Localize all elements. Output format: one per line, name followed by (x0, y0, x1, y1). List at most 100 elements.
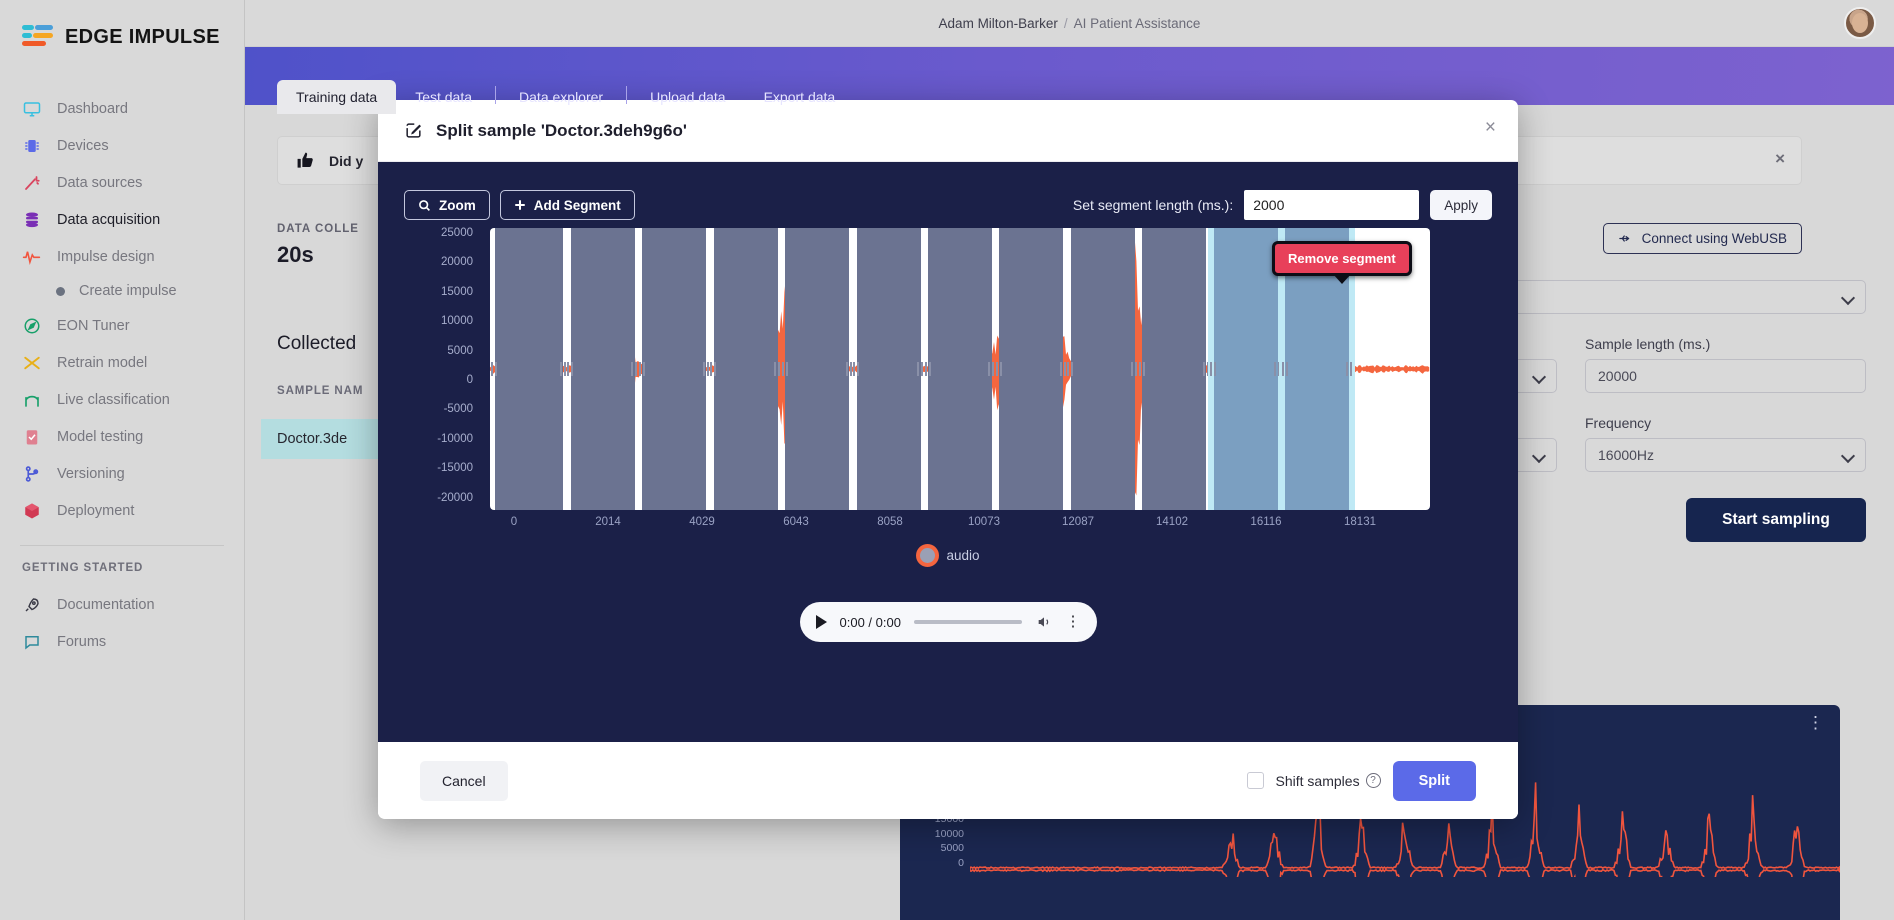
tab-bar: Training data Test data Data explorer Up… (277, 80, 854, 114)
segment-drag-handle[interactable] (1274, 361, 1282, 376)
segment-drag-handle[interactable] (774, 361, 782, 376)
tab-data-explorer[interactable]: Data explorer (500, 80, 622, 114)
play-icon[interactable] (815, 615, 827, 629)
axis-tick: 18131 (1344, 516, 1376, 528)
waveform-segment[interactable] (494, 228, 564, 510)
waveform-segment[interactable] (785, 228, 850, 510)
segment-drag-handle[interactable] (1138, 361, 1146, 376)
axis-tick: 2014 (595, 516, 621, 528)
kebab-menu-icon[interactable]: ⋮ (1066, 614, 1081, 629)
waveform-segment[interactable] (1213, 228, 1278, 510)
player-progress-slider[interactable] (913, 620, 1022, 624)
shift-samples-label-group: Shift samples ? (1276, 773, 1381, 789)
remove-segment-button[interactable]: Remove segment (1272, 241, 1412, 276)
split-sample-modal: Split sample 'Doctor.3deh9g6o' × Zoom Ad… (378, 100, 1518, 819)
waveform-segment[interactable] (1142, 228, 1207, 510)
segment-length-input[interactable] (1244, 190, 1420, 220)
waveform-segment[interactable] (928, 228, 992, 510)
tab-label: Export data (763, 89, 836, 105)
axis-tick: 8058 (877, 516, 903, 528)
waveform-segment[interactable] (999, 228, 1064, 510)
tab-divider (495, 86, 497, 104)
tab-test-data[interactable]: Test data (396, 80, 491, 114)
segment-drag-handle[interactable] (631, 361, 639, 376)
chart-legend: audio (378, 544, 1518, 567)
tab-label: Training data (296, 89, 378, 105)
segment-drag-handle[interactable] (995, 361, 1003, 376)
axis-tick: 4029 (689, 516, 715, 528)
segment-drag-handle[interactable] (1202, 361, 1210, 376)
axis-tick: 15000 (441, 285, 473, 298)
cancel-label: Cancel (442, 772, 486, 789)
apply-button[interactable]: Apply (1430, 190, 1492, 220)
remove-segment-tooltip[interactable]: Remove segment (1272, 241, 1412, 284)
waveform-segment[interactable] (856, 228, 921, 510)
axis-tick: 0 (510, 516, 518, 528)
segment-drag-handle[interactable] (1131, 361, 1139, 376)
tab-export-data[interactable]: Export data (745, 80, 855, 114)
segment-drag-handle[interactable] (1210, 361, 1218, 376)
axis-tick: -5000 (443, 403, 473, 416)
axis-tick: 12087 (1062, 516, 1094, 528)
zoom-label: Zoom (439, 197, 476, 213)
segment-drag-handle[interactable] (559, 361, 567, 376)
plus-icon (514, 199, 526, 211)
modal-footer: Cancel Shift samples ? Split (378, 742, 1518, 819)
waveform-segment[interactable] (1070, 228, 1135, 510)
segment-drag-handle[interactable] (845, 361, 853, 376)
segment-drag-handle[interactable] (917, 361, 925, 376)
axis-tick: -10000 (437, 432, 473, 445)
add-segment-button[interactable]: Add Segment (499, 190, 635, 220)
shift-samples-label: Shift samples (1275, 772, 1360, 789)
segment-drag-handle[interactable] (924, 361, 932, 376)
audio-player[interactable]: 0:00 / 0:00 ⋮ (799, 602, 1097, 642)
cancel-button[interactable]: Cancel (420, 760, 508, 801)
split-button[interactable]: Split (1392, 760, 1476, 801)
segment-drag-handle[interactable] (853, 361, 861, 376)
axis-tick: 20000 (441, 256, 473, 269)
tooltip-arrow-icon (1332, 274, 1351, 284)
axis-tick: 25000 (441, 227, 473, 239)
tab-divider (626, 86, 628, 104)
search-icon (418, 199, 431, 212)
segment-drag-handle[interactable] (638, 361, 646, 376)
segment-drag-handle[interactable] (702, 361, 710, 376)
shift-samples-checkbox[interactable] (1246, 772, 1264, 789)
waveform-segment[interactable] (570, 228, 635, 510)
segment-drag-handle[interactable] (567, 361, 575, 376)
axis-tick: 5000 (447, 344, 473, 357)
axis-tick: -15000 (437, 462, 473, 475)
axis-tick: 10000 (441, 315, 473, 328)
waveform-segment[interactable] (642, 228, 707, 510)
segment-drag-handle[interactable] (1281, 361, 1289, 376)
volume-icon[interactable] (1035, 614, 1053, 630)
split-label: Split (1418, 772, 1450, 789)
segment-drag-handle[interactable] (491, 361, 499, 376)
edit-square-icon (404, 121, 423, 140)
axis-tick: 0 (466, 373, 473, 386)
segment-drag-handle[interactable] (781, 361, 789, 376)
chart-y-axis: 25000 20000 15000 10000 5000 0 -5000 -10000 -150… (378, 227, 473, 522)
add-segment-label: Add Segment (533, 197, 621, 213)
segment-drag-handle[interactable] (1067, 361, 1075, 376)
axis-tick: 14102 (1156, 516, 1188, 528)
audio-player-wrap: 0:00 / 0:00 ⋮ (378, 602, 1518, 642)
modal-overlay: Split sample 'Doctor.3deh9g6o' × Zoom Ad… (0, 0, 1894, 920)
legend-marker-icon (916, 544, 940, 567)
close-icon[interactable]: × (1485, 117, 1496, 139)
segment-drag-handle[interactable] (988, 361, 996, 376)
segment-drag-handle[interactable] (710, 361, 718, 376)
help-circle-icon[interactable]: ? (1365, 773, 1381, 788)
axis-tick: 6043 (783, 516, 809, 528)
segment-drag-handle[interactable] (1059, 361, 1067, 376)
tab-upload-data[interactable]: Upload data (631, 80, 745, 114)
footer-actions: Shift samples ? Split (1246, 760, 1476, 801)
chart-x-axis: 0 2014 4029 6043 8058 10073 12087 14102 16116 181… (490, 516, 1430, 536)
segment-length-group: Set segment length (ms.): Apply (1073, 190, 1492, 220)
waveform-segment[interactable] (713, 228, 778, 510)
segment-drag-handle[interactable] (1345, 361, 1353, 376)
segment-length-label: Set segment length (ms.): (1072, 197, 1234, 213)
tab-training-data[interactable]: Training data (277, 80, 397, 114)
zoom-button[interactable]: Zoom (404, 190, 490, 220)
tab-label: Data explorer (519, 89, 604, 105)
